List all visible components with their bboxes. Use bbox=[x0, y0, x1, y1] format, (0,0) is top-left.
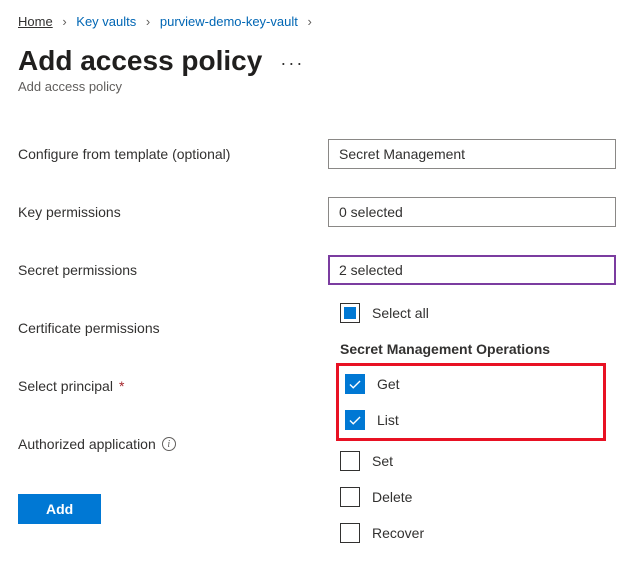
chevron-right-icon: › bbox=[62, 14, 66, 29]
chevron-right-icon: › bbox=[307, 14, 311, 29]
certificate-permissions-label: Certificate permissions bbox=[18, 320, 328, 336]
select-principal-label: Select principal bbox=[18, 378, 113, 394]
secret-permissions-select[interactable]: 2 selected bbox=[328, 255, 616, 285]
required-indicator: * bbox=[119, 378, 124, 394]
breadcrumb-home[interactable]: Home bbox=[18, 14, 53, 29]
option-set[interactable]: Set bbox=[336, 443, 606, 479]
key-permissions-label: Key permissions bbox=[18, 204, 328, 220]
info-icon[interactable]: i bbox=[162, 437, 176, 451]
key-permissions-value: 0 selected bbox=[339, 204, 403, 220]
checkbox-icon[interactable] bbox=[340, 487, 360, 507]
template-label: Configure from template (optional) bbox=[18, 146, 328, 162]
authorized-application-label: Authorized application bbox=[18, 436, 156, 452]
option-label: Set bbox=[372, 453, 393, 469]
select-all-label: Select all bbox=[372, 305, 429, 321]
option-label: Recover bbox=[372, 525, 424, 541]
option-label: List bbox=[377, 412, 399, 428]
key-permissions-select[interactable]: 0 selected bbox=[328, 197, 616, 227]
checkbox-icon[interactable] bbox=[340, 523, 360, 543]
highlight-box: Get List bbox=[336, 363, 606, 441]
secret-permissions-dropdown: Select all Secret Management Operations … bbox=[326, 289, 616, 561]
option-delete[interactable]: Delete bbox=[336, 479, 606, 515]
checkbox-icon[interactable] bbox=[345, 410, 365, 430]
checkbox-indeterminate-icon[interactable] bbox=[340, 303, 360, 323]
page-title: Add access policy bbox=[18, 45, 262, 77]
breadcrumb: Home › Key vaults › purview-demo-key-vau… bbox=[18, 14, 616, 29]
secret-permissions-label: Secret permissions bbox=[18, 262, 328, 278]
option-label: Delete bbox=[372, 489, 412, 505]
option-recover[interactable]: Recover bbox=[336, 515, 606, 551]
checkbox-icon[interactable] bbox=[345, 374, 365, 394]
option-list[interactable]: List bbox=[341, 402, 601, 438]
page-subtitle: Add access policy bbox=[18, 79, 616, 94]
more-actions-icon[interactable]: ··· bbox=[280, 53, 304, 74]
secret-permissions-value: 2 selected bbox=[339, 262, 403, 278]
template-select[interactable]: Secret Management bbox=[328, 139, 616, 169]
chevron-right-icon: › bbox=[146, 14, 150, 29]
breadcrumb-vaultname[interactable]: purview-demo-key-vault bbox=[160, 14, 298, 29]
dropdown-section-header: Secret Management Operations bbox=[336, 331, 606, 361]
option-get[interactable]: Get bbox=[341, 366, 601, 402]
breadcrumb-keyvaults[interactable]: Key vaults bbox=[76, 14, 136, 29]
option-label: Get bbox=[377, 376, 400, 392]
checkbox-icon[interactable] bbox=[340, 451, 360, 471]
select-all-row[interactable]: Select all bbox=[336, 295, 606, 331]
template-value: Secret Management bbox=[339, 146, 465, 162]
add-button[interactable]: Add bbox=[18, 494, 101, 524]
